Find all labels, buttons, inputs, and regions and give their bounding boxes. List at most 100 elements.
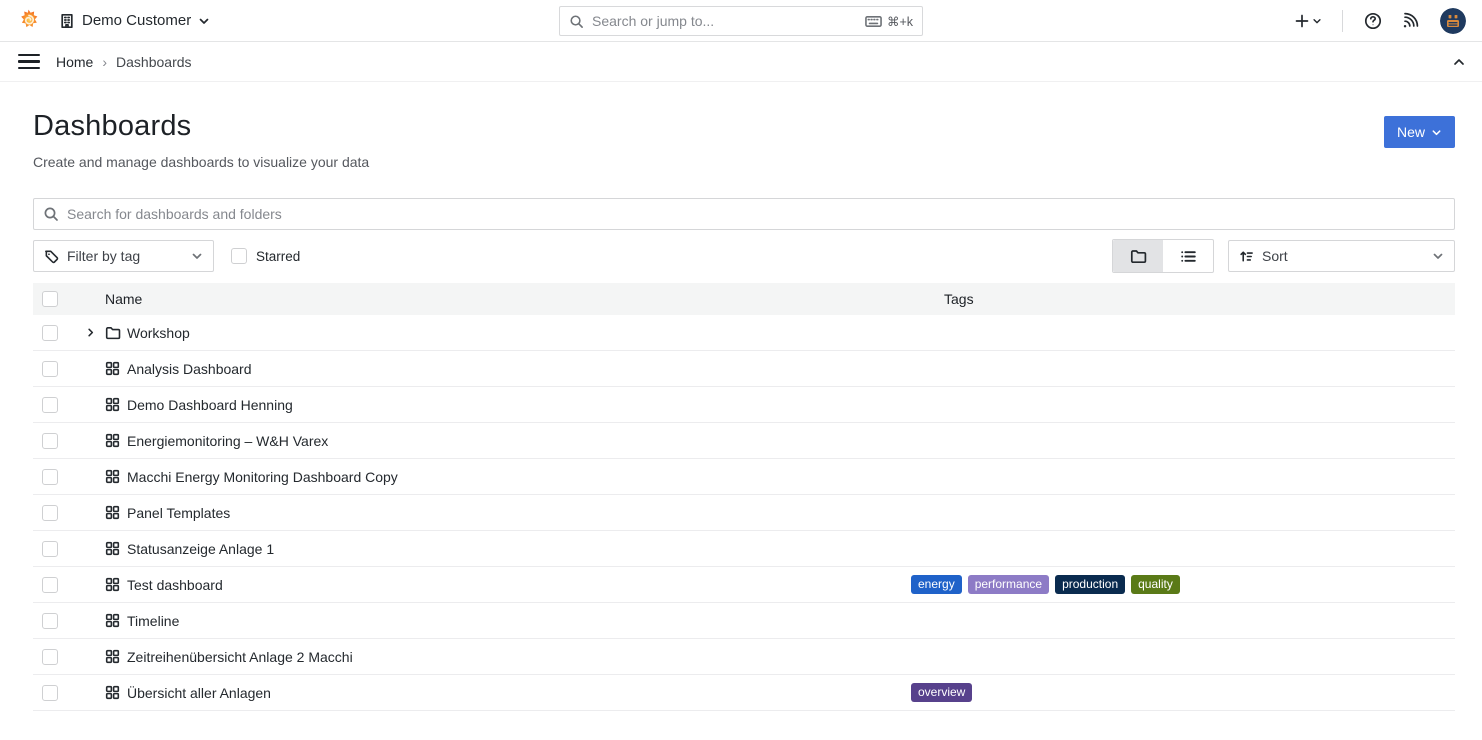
org-name: Demo Customer [82,12,191,29]
chevron-up-icon[interactable] [1452,55,1466,69]
tag-pill[interactable]: production [1055,575,1125,594]
row-checkbox[interactable] [42,577,58,593]
table-row[interactable]: Panel Templates [33,495,1455,531]
table-header: Name Tags [33,283,1455,315]
search-shortcut: ⌘+k [865,14,913,29]
filter-by-tag-label: Filter by tag [67,248,183,264]
tag-pill[interactable]: performance [968,575,1049,594]
filter-by-tag-select[interactable]: Filter by tag [33,240,214,272]
row-checkbox[interactable] [42,469,58,485]
dashboards-table: Name Tags Workshop Analysis Dashboard [33,283,1455,711]
row-name[interactable]: Analysis Dashboard [127,361,252,377]
table-row[interactable]: Test dashboard energy performance producti… [33,567,1455,603]
row-checkbox[interactable] [42,505,58,521]
list-view-button[interactable] [1163,240,1213,272]
chevron-down-icon [191,250,203,262]
table-row[interactable]: Timeline [33,603,1455,639]
new-button-label: New [1397,124,1425,140]
row-checkbox[interactable] [42,433,58,449]
user-avatar[interactable] [1440,8,1466,34]
apps-icon [105,469,120,484]
page-subtitle: Create and manage dashboards to visualiz… [33,154,369,170]
building-icon [59,13,75,29]
search-icon [569,14,584,29]
search-icon [43,206,59,222]
apps-icon [105,433,120,448]
new-quick-add-button[interactable] [1288,9,1328,33]
starred-filter[interactable]: Starred [231,248,300,264]
row-checkbox[interactable] [42,325,58,341]
select-all-checkbox[interactable] [42,291,58,307]
breadcrumb-home[interactable]: Home [56,54,93,70]
row-tags: overview [911,683,972,702]
question-circle-icon [1364,12,1382,30]
chevron-down-icon [1431,127,1442,138]
expand-icon[interactable] [85,327,99,338]
row-name[interactable]: Timeline [127,613,179,629]
row-checkbox[interactable] [42,649,58,665]
folder-icon [1130,248,1147,265]
table-row[interactable]: Demo Dashboard Henning [33,387,1455,423]
mega-menu-toggle[interactable] [16,50,42,73]
table-row[interactable]: Energiemonitoring – W&H Varex [33,423,1455,459]
row-checkbox[interactable] [42,613,58,629]
apps-icon [105,397,120,412]
news-button[interactable] [1395,8,1426,33]
tag-pill[interactable]: overview [911,683,972,702]
apps-icon [105,361,120,376]
row-name[interactable]: Workshop [127,325,190,341]
row-name[interactable]: Demo Dashboard Henning [127,397,293,413]
shortcut-label: ⌘+k [887,14,913,29]
global-search-placeholder: Search or jump to... [592,13,857,29]
apps-icon [105,613,120,628]
row-name[interactable]: Test dashboard [127,577,223,593]
nav-divider [1342,10,1343,32]
help-button[interactable] [1357,8,1389,34]
global-search-input[interactable]: Search or jump to... ⌘+k [559,6,923,36]
dashboard-search-input[interactable]: Search for dashboards and folders [33,198,1455,230]
row-checkbox[interactable] [42,685,58,701]
tag-pill[interactable]: quality [1131,575,1180,594]
sort-select[interactable]: Sort [1228,240,1455,272]
table-row[interactable]: Analysis Dashboard [33,351,1455,387]
org-switcher[interactable]: Demo Customer [59,12,210,29]
chevron-down-icon [198,15,210,27]
tag-pill[interactable]: energy [911,575,962,594]
breadcrumb-current: Dashboards [116,54,192,70]
new-button[interactable]: New [1384,116,1455,148]
tag-icon [44,249,59,264]
folder-view-button[interactable] [1113,240,1163,272]
keyboard-icon [865,15,882,28]
starred-label: Starred [256,249,300,264]
breadcrumb-separator: › [102,54,107,70]
row-name[interactable]: Energiemonitoring – W&H Varex [127,433,328,449]
row-name[interactable]: Statusanzeige Anlage 1 [127,541,274,557]
starred-checkbox[interactable] [231,248,247,264]
chevron-down-icon [1432,250,1444,262]
grafana-logo-icon [16,8,41,33]
table-body: Workshop Analysis Dashboard Demo Dashboa… [33,315,1455,711]
apps-icon [105,649,120,664]
table-row[interactable]: Macchi Energy Monitoring Dashboard Copy [33,459,1455,495]
row-checkbox[interactable] [42,397,58,413]
breadcrumb: Home › Dashboards [56,54,192,70]
table-row[interactable]: Statusanzeige Anlage 1 [33,531,1455,567]
plus-icon [1294,13,1310,29]
row-name[interactable]: Übersicht aller Anlagen [127,685,271,701]
view-toggle [1112,239,1214,273]
table-row[interactable]: Übersicht aller Anlagen overview [33,675,1455,711]
column-header-tags: Tags [944,291,974,307]
row-tags: energy performance production quality [911,575,1180,594]
apps-icon [105,541,120,556]
page-title: Dashboards [33,110,369,143]
row-name[interactable]: Zeitreihenübersicht Anlage 2 Macchi [127,649,353,665]
table-row[interactable]: Workshop [33,315,1455,351]
row-checkbox[interactable] [42,361,58,377]
rss-icon [1402,12,1419,29]
sort-icon [1239,249,1254,264]
row-checkbox[interactable] [42,541,58,557]
apps-icon [105,505,120,520]
row-name[interactable]: Panel Templates [127,505,230,521]
row-name[interactable]: Macchi Energy Monitoring Dashboard Copy [127,469,398,485]
table-row[interactable]: Zeitreihenübersicht Anlage 2 Macchi [33,639,1455,675]
